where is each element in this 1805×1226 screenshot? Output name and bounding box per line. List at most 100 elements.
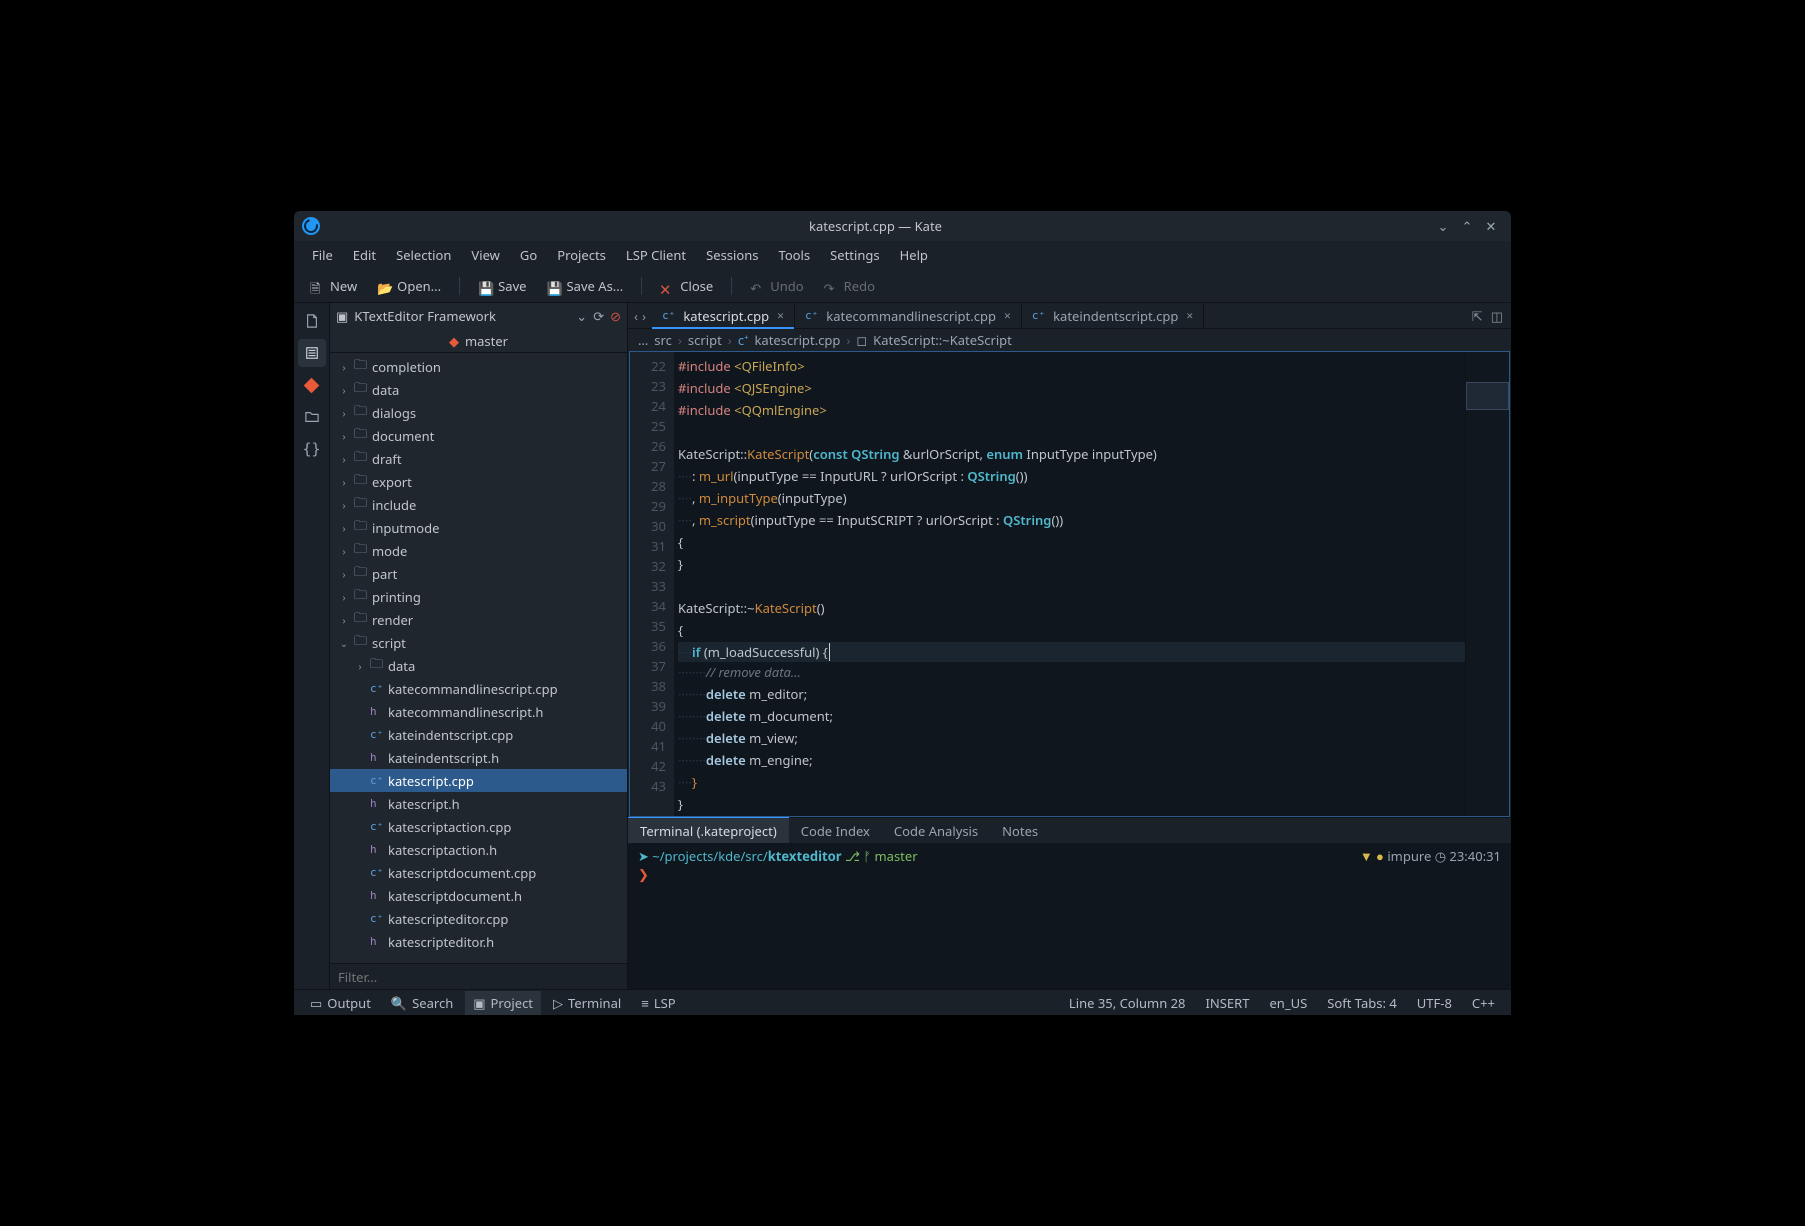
menu-lsp-client[interactable]: LSP Client [616,242,696,268]
status-filetype[interactable]: C++ [1464,991,1503,1015]
editor-tab[interactable]: c⁺kateindentscript.cpp× [1022,303,1204,328]
tree-file[interactable]: hkatescript.h [330,792,627,815]
status-project[interactable]: ▣Project [465,991,541,1015]
tree-file[interactable]: c⁺katescriptdocument.cpp [330,861,627,884]
tree-file[interactable]: c⁺katecommandlinescript.cpp [330,677,627,700]
tree-file[interactable]: c⁺katescript.cpp [330,769,627,792]
close-project-icon[interactable]: ⊘ [610,307,621,325]
redo-button[interactable]: ↷Redo [816,273,883,299]
tree-folder[interactable]: ›🗀part [330,562,627,585]
tree-folder[interactable]: ⌄🗀script [330,631,627,654]
minimize-button[interactable]: ⌄ [1431,217,1455,235]
tree-folder[interactable]: ›🗀inputmode [330,516,627,539]
status-output[interactable]: ▭Output [302,991,379,1015]
close-button[interactable]: 🗙Close [652,273,721,299]
reload-icon[interactable]: ⟳ [593,307,604,325]
tree-file[interactable]: hkatecommandlinescript.h [330,700,627,723]
new-button[interactable]: 🗎New [302,273,365,299]
bottom-tab[interactable]: Terminal (.kateproject) [628,817,789,843]
project-tab[interactable] [298,339,326,367]
project-selector[interactable]: ▣ KTextEditor Framework [336,307,570,325]
tree-file[interactable]: hkatescriptdocument.h [330,884,627,907]
save-button[interactable]: 💾Save [470,273,534,299]
breadcrumb-ellipsis[interactable]: … [638,331,648,349]
bottom-tab[interactable]: Code Index [789,818,882,843]
split-icon[interactable]: ◫ [1491,307,1503,325]
nav-back-icon[interactable]: ‹ [634,307,638,325]
tree-file[interactable]: c⁺kateindentscript.cpp [330,723,627,746]
menu-sessions[interactable]: Sessions [696,242,768,268]
tree-folder[interactable]: ›🗀printing [330,585,627,608]
chevron-icon: › [338,590,350,604]
minimap[interactable] [1465,352,1509,816]
tree-folder[interactable]: ›🗀data [330,654,627,677]
documents-tab[interactable] [298,307,326,335]
tab-close-icon[interactable]: × [1004,307,1011,324]
status-lang[interactable]: en_US [1261,991,1315,1015]
saveas-button[interactable]: 💾Save As... [539,273,632,299]
code-area[interactable]: #include <QFileInfo> #include <QJSEngine… [674,352,1465,816]
tree-file[interactable]: c⁺katescripteditor.cpp [330,907,627,930]
undo-button[interactable]: ↶Undo [742,273,811,299]
tree-file[interactable]: hkatescriptaction.h [330,838,627,861]
tab-close-icon[interactable]: × [1186,307,1193,324]
breadcrumb-item[interactable]: script [688,331,722,349]
minimap-viewport[interactable] [1466,382,1509,410]
tree-file[interactable]: hkatescripteditor.h [330,930,627,953]
menu-help[interactable]: Help [890,242,938,268]
chevron-icon: › [338,521,350,535]
filter-input[interactable] [330,964,627,989]
status-tabs[interactable]: Soft Tabs: 4 [1319,991,1405,1015]
filesystem-tab[interactable] [298,403,326,431]
menu-tools[interactable]: Tools [769,242,821,268]
tab-label: katecommandlinescript.cpp [826,307,996,325]
status-terminal[interactable]: ▷Terminal [545,991,629,1015]
menu-settings[interactable]: Settings [820,242,889,268]
editor-tab[interactable]: c⁺katecommandlinescript.cpp× [795,303,1022,328]
chevron-icon: › [338,613,350,627]
tree-folder[interactable]: ›🗀mode [330,539,627,562]
tree-folder[interactable]: ›🗀export [330,470,627,493]
menu-edit[interactable]: Edit [343,242,386,268]
menu-selection[interactable]: Selection [386,242,461,268]
breadcrumb-item[interactable]: src [654,331,672,349]
tree-folder[interactable]: ›🗀include [330,493,627,516]
status-search[interactable]: 🔍Search [383,991,461,1015]
tab-close-icon[interactable]: × [777,307,784,324]
git-tab[interactable] [298,371,326,399]
tree-folder[interactable]: ›🗀render [330,608,627,631]
maximize-button[interactable]: ⌃ [1455,217,1479,235]
terminal-panel[interactable]: ➤ ~/projects/kde/src/ktexteditor ⎇ ᚠ mas… [628,843,1511,989]
menu-file[interactable]: File [302,242,343,268]
editor[interactable]: 2223242526272829303132333435363738394041… [629,351,1510,817]
tree-label: katescript.h [388,795,460,813]
status-lsp[interactable]: ≡LSP [633,991,683,1015]
branch-bar[interactable]: ◆ master [330,329,627,353]
tree-folder[interactable]: ›🗀data [330,378,627,401]
status-encoding[interactable]: UTF-8 [1409,991,1460,1015]
menu-view[interactable]: View [461,242,509,268]
close-window-button[interactable]: ✕ [1479,217,1503,235]
file-tree[interactable]: ›🗀completion›🗀data›🗀dialogs›🗀document›🗀d… [330,353,627,963]
editor-tab[interactable]: c⁺katescript.cpp× [652,303,795,328]
tree-folder[interactable]: ›🗀draft [330,447,627,470]
breadcrumb-item[interactable]: katescript.cpp [754,331,840,349]
chevron-down-icon[interactable]: ⌄ [576,307,587,325]
tree-folder[interactable]: ›🗀dialogs [330,401,627,424]
menu-go[interactable]: Go [510,242,547,268]
status-mode[interactable]: INSERT [1197,991,1257,1015]
tree-file[interactable]: c⁺katescriptaction.cpp [330,815,627,838]
open-button[interactable]: 📂Open... [369,273,449,299]
menu-projects[interactable]: Projects [547,242,616,268]
nav-forward-icon[interactable]: › [642,307,646,325]
bottom-tab[interactable]: Notes [990,818,1050,843]
bottom-tabs: Terminal (.kateproject)Code IndexCode An… [628,817,1511,843]
tree-file[interactable]: hkateindentscript.h [330,746,627,769]
status-position[interactable]: Line 35, Column 28 [1061,991,1194,1015]
tree-folder[interactable]: ›🗀completion [330,355,627,378]
pin-icon[interactable]: ⇱ [1472,307,1483,325]
breadcrumb-symbol[interactable]: KateScript::~KateScript [873,331,1012,349]
tree-folder[interactable]: ›🗀document [330,424,627,447]
bottom-tab[interactable]: Code Analysis [882,818,990,843]
symbols-tab[interactable]: {} [298,435,326,463]
